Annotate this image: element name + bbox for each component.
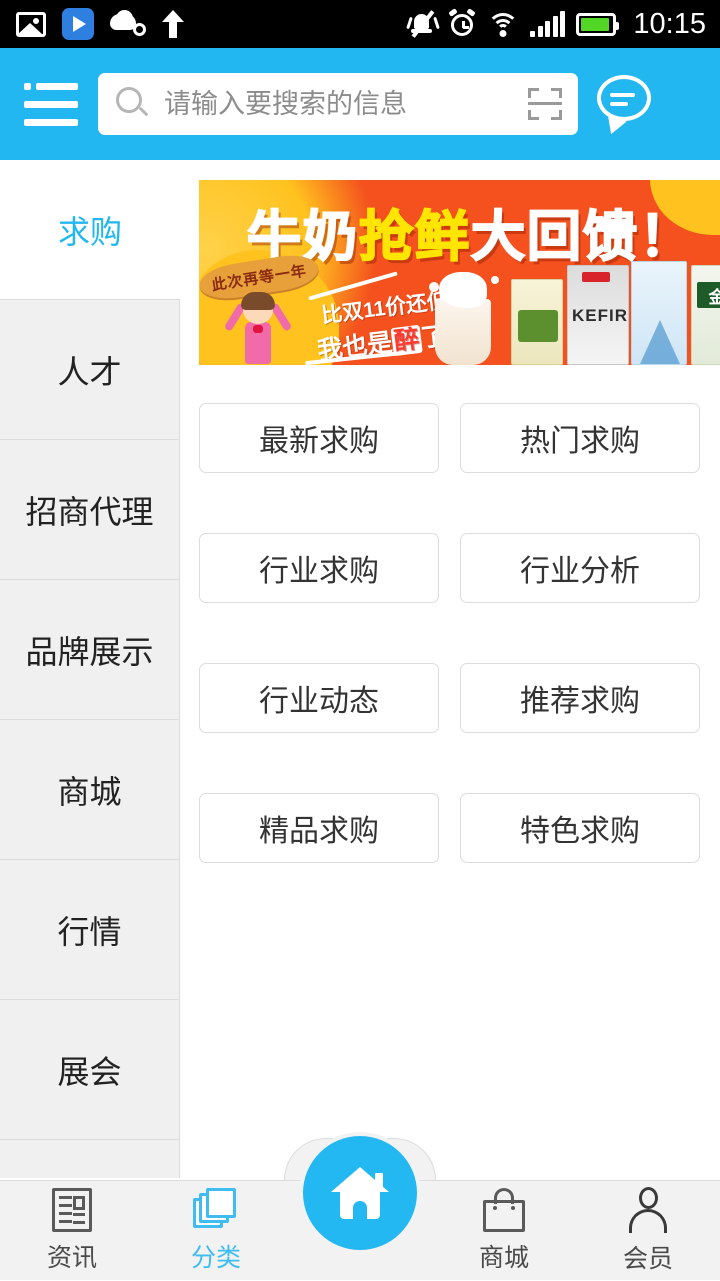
shopping-bag-icon [483, 1188, 525, 1232]
category-button-grid: 最新求购 热门求购 行业求购 行业分析 行业动态 推荐求购 精品求购 特色求购 [199, 403, 720, 923]
tab-label: 资讯 [46, 1244, 97, 1272]
sidebar-item-label: 招商代理 [25, 493, 154, 530]
banner-pack-gold-label: 金 [697, 282, 720, 308]
image-icon [16, 11, 46, 37]
sidebar-item-pinpaizhanshi[interactable]: 品牌展示 [0, 580, 180, 720]
grid-button-label: 热门求购 [520, 425, 640, 458]
banner-title-part2: 大回馈！ [470, 204, 695, 269]
sidebar-item-label: 品牌展示 [25, 633, 154, 670]
sidebar-item-rencai[interactable]: 人才 [0, 300, 180, 440]
banner-product-pack-3 [631, 261, 687, 365]
cloud-icon [110, 10, 146, 37]
tab-label: 分类 [190, 1244, 241, 1272]
hamburger-list-icon[interactable] [14, 83, 90, 126]
signal-icon [530, 11, 566, 37]
main-panel: 牛奶抢鲜大回馈！ 此次再等一年 比双11价还低 我也是醉了！ KEFIR 金 [180, 160, 720, 1178]
search-bar[interactable] [98, 73, 578, 135]
wifi-icon [487, 11, 520, 37]
grid-button-featured[interactable]: 特色求购 [460, 793, 700, 863]
grid-button-premium[interactable]: 精品求购 [199, 793, 439, 863]
search-input[interactable] [164, 88, 528, 120]
category-sidebar[interactable]: 求购 人才 招商代理 品牌展示 商城 行情 展会 [0, 160, 180, 1178]
sidebar-item-shangcheng[interactable]: 商城 [0, 720, 180, 860]
sidebar-item-label: 人才 [57, 353, 122, 390]
sidebar-item-zhaoshangdaili[interactable]: 招商代理 [0, 440, 180, 580]
status-bar-right-icons: 10:15 [406, 7, 706, 41]
mute-vibrate-icon [406, 10, 441, 38]
home-button[interactable] [303, 1136, 417, 1250]
tab-news[interactable]: 资讯 [0, 1181, 144, 1281]
grid-button-label: 行业分析 [520, 555, 640, 588]
play-icon [62, 8, 94, 40]
grid-button-label: 行业动态 [259, 685, 379, 718]
grid-button-industry-purchase[interactable]: 行业求购 [199, 533, 439, 603]
grid-button-label: 最新求购 [259, 425, 379, 458]
battery-icon [576, 12, 620, 36]
search-icon [116, 87, 150, 121]
sidebar-item-zhanhui[interactable]: 展会 [0, 1000, 180, 1140]
banner-pack-kefir-label: KEFIR [572, 306, 628, 325]
app-header [0, 48, 720, 160]
status-bar: 10:15 [0, 0, 720, 48]
layers-icon [193, 1188, 239, 1232]
tab-label: 商城 [478, 1244, 529, 1272]
scan-qr-icon[interactable] [528, 88, 562, 120]
sidebar-item-label: 展会 [57, 1053, 122, 1090]
grid-button-industry-analysis[interactable]: 行业分析 [460, 533, 700, 603]
home-icon [331, 1167, 389, 1219]
banner-product-pack-2: KEFIR [567, 265, 629, 365]
tab-mall[interactable]: 商城 [432, 1181, 576, 1281]
user-icon [628, 1187, 668, 1233]
grid-button-label: 精品求购 [259, 815, 379, 848]
sidebar-item-label: 求购 [57, 213, 122, 250]
sidebar-item-hangqing[interactable]: 行情 [0, 860, 180, 1000]
banner-title-highlight: 抢鲜 [358, 204, 471, 269]
alarm-clock-icon [448, 8, 477, 38]
sidebar-item-partial[interactable] [0, 1140, 180, 1178]
upload-arrow-icon [162, 10, 184, 38]
sidebar-item-qiugou[interactable]: 求购 [0, 160, 180, 300]
tab-member[interactable]: 会员 [576, 1181, 720, 1281]
banner-product-pack-1 [511, 279, 563, 365]
sidebar-item-label: 行情 [57, 913, 122, 950]
promo-banner[interactable]: 牛奶抢鲜大回馈！ 此次再等一年 比双11价还低 我也是醉了！ KEFIR 金 [199, 180, 720, 365]
status-bar-left-icons [16, 8, 184, 40]
grid-button-label: 推荐求购 [520, 685, 640, 718]
content-area: 求购 人才 招商代理 品牌展示 商城 行情 展会 牛奶抢鲜大回馈！ 此次再等一年… [0, 160, 720, 1178]
grid-button-hot[interactable]: 热门求购 [460, 403, 700, 473]
banner-title: 牛奶抢鲜大回馈！ [246, 192, 695, 271]
grid-button-latest[interactable]: 最新求购 [199, 403, 439, 473]
tab-categories[interactable]: 分类 [144, 1181, 288, 1281]
news-icon [52, 1188, 92, 1232]
sidebar-item-label: 商城 [57, 773, 122, 810]
grid-button-label: 特色求购 [520, 815, 640, 848]
grid-button-label: 行业求购 [259, 555, 379, 588]
banner-milk-glass [427, 272, 501, 365]
banner-product-pack-4: 金 [691, 265, 720, 365]
grid-button-industry-trends[interactable]: 行业动态 [199, 663, 439, 733]
chat-bubble-icon[interactable] [594, 73, 656, 138]
banner-girl-illustration [223, 288, 293, 364]
tab-label: 会员 [622, 1245, 673, 1273]
grid-button-recommended[interactable]: 推荐求购 [460, 663, 700, 733]
status-bar-clock: 10:15 [633, 7, 706, 40]
